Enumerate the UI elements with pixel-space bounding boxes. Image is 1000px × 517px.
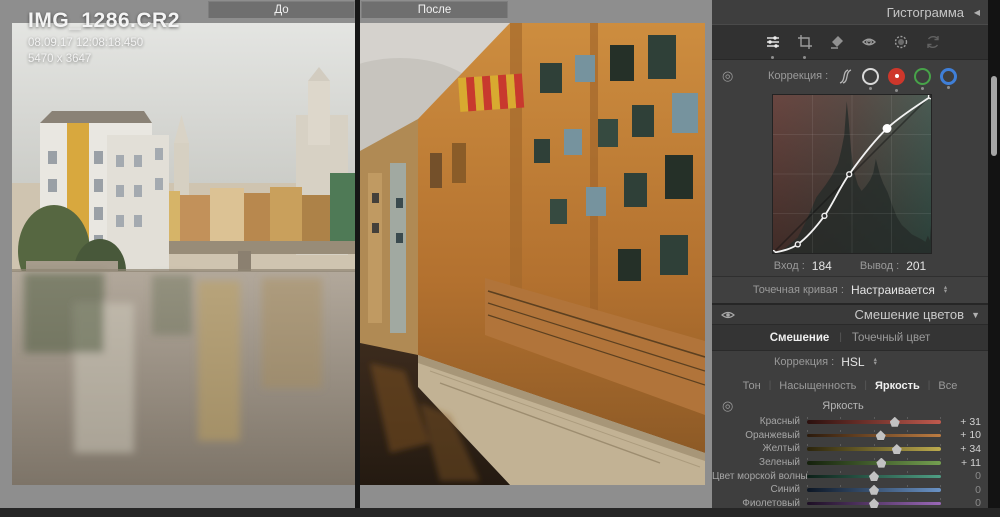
slider-thumb[interactable] [892, 444, 902, 454]
tab-hue[interactable]: Тон [743, 380, 761, 392]
hsl-mode-tabs: Тон | Насыщенность | Яркость | Все [712, 373, 988, 398]
curve-io-values: Вход : 184 Вывод : 201 [712, 254, 988, 278]
panel-eye-toggle-icon[interactable] [721, 309, 735, 321]
curve-output-value: 201 [906, 259, 926, 273]
correction-label: Коррекция : [774, 356, 834, 368]
tab-all[interactable]: Все [938, 380, 957, 392]
parametric-curve-icon[interactable] [836, 68, 853, 85]
collapse-left-icon[interactable]: ◀ [974, 8, 980, 17]
slider-value: 0 [945, 484, 981, 496]
histogram-header-label: Гистограмма [887, 5, 964, 20]
panel-scrollbar[interactable] [988, 0, 1000, 508]
color-mixer-header-label: Смешение цветов [855, 307, 964, 322]
slider-row-red: Красный + 31 [712, 415, 988, 429]
green-channel-button[interactable] [914, 68, 931, 85]
slider-thumb[interactable] [869, 498, 879, 508]
slider-value: + 34 [945, 443, 981, 455]
luminance-sliders: Красный + 31 Оранжевый + 10 Желтый + 34 … [712, 414, 988, 509]
slider-row-yellow: Желтый + 34 [712, 442, 988, 456]
before-photo-illustration [12, 23, 355, 485]
tab-before-label: До [274, 4, 288, 16]
develop-panel: Гистограмма ◀ ◎ [712, 0, 988, 508]
curve-input-label: Вход : [774, 260, 805, 272]
curve-section-label: Коррекция : [768, 70, 828, 82]
slider-thumb[interactable] [876, 430, 886, 440]
slider-thumb[interactable] [869, 485, 879, 495]
edit-toolbar [712, 24, 988, 60]
tone-curve-graph [773, 95, 931, 253]
red-channel-button[interactable] [888, 68, 905, 85]
point-curve-label: Точечная кривая : [753, 284, 844, 296]
scrollbar-thumb[interactable] [991, 76, 997, 156]
mixer-tab-bar: Смешение | Точечный цвет [712, 324, 988, 351]
collapse-down-icon[interactable]: ▼ [971, 310, 980, 320]
slider-track[interactable] [807, 498, 941, 508]
slider-value: + 10 [945, 429, 981, 441]
point-curve-dropdown[interactable]: Точечная кривая : Настраивается ▴▾ [712, 276, 988, 303]
point-curve-value: Настраивается [851, 283, 935, 297]
slider-thumb[interactable] [890, 417, 900, 427]
slider-track[interactable] [807, 444, 941, 454]
slider-track[interactable] [807, 485, 941, 495]
dropdown-arrows-icon: ▴▾ [944, 286, 947, 295]
before-photo-canvas[interactable] [12, 23, 355, 485]
tab-after[interactable]: После [361, 1, 508, 18]
slider-row-orange: Оранжевый + 10 [712, 429, 988, 443]
adjust-sliders-icon[interactable] [764, 34, 781, 51]
tab-after-label: После [418, 4, 452, 16]
curve-target-icon[interactable]: ◎ [722, 68, 742, 84]
dropdown-arrows-icon: ▴▾ [874, 358, 877, 367]
tone-curve-editor[interactable] [772, 94, 932, 254]
tab-separator: | [839, 332, 842, 343]
blue-channel-button[interactable] [940, 68, 957, 85]
tone-curve-section: ◎ Коррекция : [712, 60, 988, 276]
slider-value: + 11 [945, 457, 981, 469]
luminance-group-title: Яркость [720, 400, 966, 412]
bottom-bar [0, 508, 1000, 517]
slider-row-green: Зеленый + 11 [712, 456, 988, 470]
after-photo-canvas[interactable] [360, 23, 705, 485]
color-mixer-section-header[interactable]: Смешение цветов ▼ [712, 303, 988, 324]
slider-thumb[interactable] [876, 458, 886, 468]
slider-track[interactable] [807, 417, 941, 427]
curve-output-label: Вывод : [860, 260, 899, 272]
tab-saturation[interactable]: Насыщенность [779, 380, 856, 392]
tab-mixer[interactable]: Смешение [770, 332, 830, 344]
luminance-group-header: ◎ Яркость [712, 398, 988, 414]
curve-input-value: 184 [812, 259, 832, 273]
tab-luminance[interactable]: Яркость [875, 380, 920, 392]
slider-value: + 31 [945, 416, 981, 428]
correction-mode-dropdown[interactable]: Коррекция : HSL ▴▾ [712, 351, 988, 373]
histogram-section-header[interactable]: Гистограмма ◀ [712, 0, 988, 24]
slider-row-blue: Синий 0 [712, 483, 988, 497]
slider-track[interactable] [807, 458, 941, 468]
presets-icon[interactable] [924, 34, 941, 51]
before-after-divider[interactable] [355, 0, 360, 508]
lightroom-window: До После IMG_1286.CR2 08.09.17 12:08:18.… [0, 0, 1000, 517]
tab-before[interactable]: До [208, 1, 355, 18]
curve-channel-buttons [836, 68, 957, 85]
slider-row-aqua: Цвет морской волны 0 [712, 469, 988, 483]
slider-track[interactable] [807, 471, 941, 481]
point-curve-channel-button[interactable] [862, 68, 879, 85]
red-eye-icon[interactable] [860, 34, 877, 51]
slider-track[interactable] [807, 430, 941, 440]
after-photo-illustration [360, 23, 705, 485]
crop-icon[interactable] [796, 34, 813, 51]
correction-value: HSL [841, 355, 864, 369]
tab-point-color[interactable]: Точечный цвет [852, 332, 930, 344]
masking-icon[interactable] [892, 34, 909, 51]
slider-value: 0 [945, 470, 981, 482]
slider-thumb[interactable] [869, 471, 879, 481]
healing-icon[interactable] [828, 34, 845, 51]
